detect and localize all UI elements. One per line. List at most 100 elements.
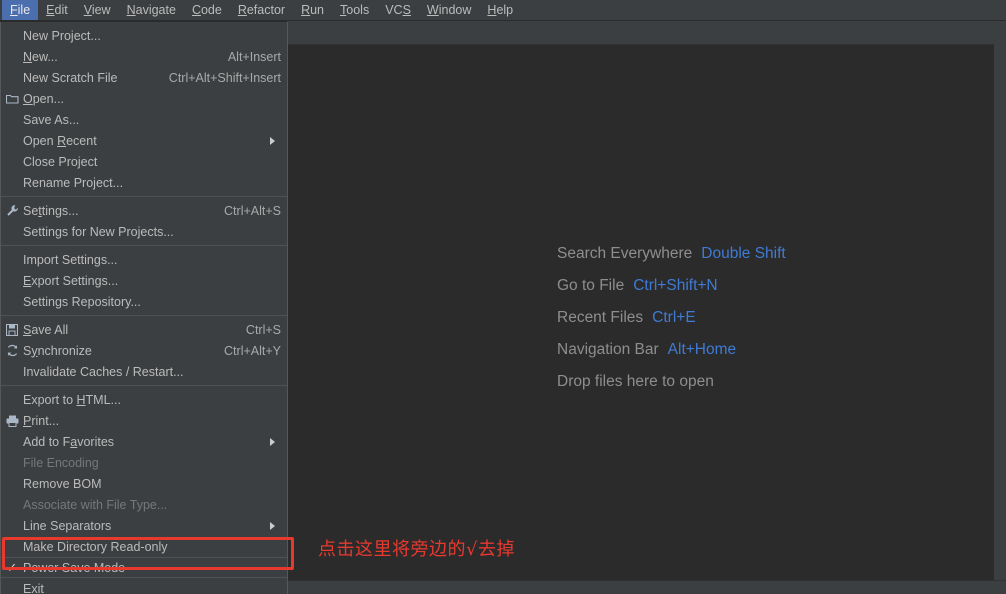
menu-item-label: Close Project	[23, 154, 98, 169]
menubar-item-label: VCS	[385, 2, 411, 17]
menu-item-export-settings[interactable]: Export Settings...	[1, 270, 287, 291]
menu-separator	[1, 385, 287, 386]
menubar-item-refactor[interactable]: Refactor	[230, 0, 293, 20]
menu-item-shortcut: Ctrl+Alt+Shift+Insert	[168, 70, 281, 85]
menu-item-print[interactable]: Print...	[1, 410, 287, 431]
menu-item-invalidate-caches-restart[interactable]: Invalidate Caches / Restart...	[1, 361, 287, 382]
menu-item-save-all[interactable]: Save All Ctrl+S	[1, 319, 287, 340]
wrench-icon	[1, 204, 23, 217]
menu-item-close-project[interactable]: Close Project	[1, 151, 287, 172]
menu-item-label: Open Recent	[23, 133, 97, 148]
menu-item-synchronize[interactable]: Synchronize Ctrl+Alt+Y	[1, 340, 287, 361]
menubar-item-window[interactable]: Window	[419, 0, 479, 20]
menu-separator	[1, 196, 287, 197]
menu-item-settings-repository[interactable]: Settings Repository...	[1, 291, 287, 312]
ide-window: File Edit View Navigate Code Refactor Run Tools…	[0, 0, 1006, 594]
menu-item-label: Settings for New Projects...	[23, 224, 174, 239]
menu-item-new-project[interactable]: New Project...	[1, 25, 287, 46]
print-icon	[1, 415, 23, 427]
menu-item-remove-bom[interactable]: Remove BOM	[1, 473, 287, 494]
menu-item-label: Line Separators	[23, 518, 112, 533]
shortcut-hint-label: Recent Files	[557, 309, 644, 326]
chevron-right-icon	[270, 521, 275, 530]
menubar-item-file[interactable]: File	[2, 0, 39, 20]
shortcut-hint-row: Go to File Ctrl+Shift+N	[557, 277, 786, 295]
menu-item-label: New Project...	[23, 28, 101, 43]
shortcut-hint-row: Recent Files Ctrl+E	[557, 309, 786, 327]
menu-item-rename-project[interactable]: Rename Project...	[1, 172, 287, 193]
menu-item-label: Power Save Mode	[23, 560, 126, 575]
menubar-item-view[interactable]: View	[76, 0, 119, 20]
menu-item-label: New Scratch File	[23, 70, 118, 85]
menu-separator	[1, 245, 287, 246]
annotation-text: 点击这里将旁边的√去掉	[318, 539, 515, 560]
menu-item-label: Make Directory Read-only	[23, 539, 168, 554]
menu-item-new-scratch-file[interactable]: New Scratch File Ctrl+Alt+Shift+Insert	[1, 67, 287, 88]
menubar-item-navigate[interactable]: Navigate	[119, 0, 184, 20]
shortcut-hint-row: Drop files here to open	[557, 373, 786, 391]
sync-icon	[1, 344, 23, 357]
menubar-item-label: Code	[191, 2, 222, 17]
menubar-item-label: File	[10, 2, 31, 17]
menubar-item-edit[interactable]: Edit	[38, 0, 76, 20]
menubar-item-label: Refactor	[237, 2, 286, 17]
chevron-right-icon	[270, 437, 275, 446]
menubar-item-help[interactable]: Help	[479, 0, 521, 20]
menu-item-label: Rename Project...	[23, 175, 124, 190]
menu-item-associate-with-file-type: Associate with File Type...	[1, 494, 287, 515]
menu-item-power-save-mode[interactable]: ✓ Power Save Mode	[1, 557, 287, 578]
menu-item-new[interactable]: New... Alt+Insert	[1, 46, 287, 67]
shortcut-hint-row: Navigation Bar Alt+Home	[557, 341, 786, 359]
menu-item-label: Invalidate Caches / Restart...	[23, 364, 184, 379]
menu-separator	[1, 315, 287, 316]
menu-item-add-to-favorites[interactable]: Add to Favorites	[1, 431, 287, 452]
menu-item-label: Associate with File Type...	[23, 497, 168, 512]
menubar-item-label: View	[83, 2, 111, 17]
menu-item-label: Exit	[23, 581, 44, 594]
menu-item-label: Save All	[23, 322, 69, 337]
welcome-shortcut-hints: Search Everywhere Double Shift Go to File C…	[557, 245, 786, 391]
menubar-item-code[interactable]: Code	[184, 0, 230, 20]
menubar-item-vcs[interactable]: VCS	[377, 0, 419, 20]
file-menu-popup[interactable]: New Project... New... Alt+Insert New Scratc…	[0, 22, 288, 594]
menu-item-exit[interactable]: Exit	[1, 578, 287, 594]
menu-item-label: Import Settings...	[23, 252, 118, 267]
menubar-item-run[interactable]: Run	[293, 0, 332, 20]
menu-item-settings-for-new-projects[interactable]: Settings for New Projects...	[1, 221, 287, 242]
shortcut-hint-label: Search Everywhere	[557, 245, 693, 262]
menu-item-label: Synchronize	[23, 343, 92, 358]
shortcut-hint-key: Double Shift	[701, 245, 786, 262]
menu-item-label: Save As...	[23, 112, 80, 127]
menubar-item-label: Window	[426, 2, 472, 17]
menu-item-label: File Encoding	[23, 455, 99, 470]
menu-item-label: Add to Favorites	[23, 434, 115, 449]
save-icon	[1, 323, 23, 336]
shortcut-hint-label: Go to File	[557, 277, 625, 294]
menu-item-label: Settings...	[23, 203, 79, 218]
folder-icon	[1, 93, 23, 104]
menubar-item-label: Edit	[46, 2, 68, 17]
menubar-item-tools[interactable]: Tools	[332, 0, 377, 20]
menubar-item-label: Navigate	[126, 2, 176, 17]
menu-item-open-recent[interactable]: Open Recent	[1, 130, 287, 151]
menu-item-save-as[interactable]: Save As...	[1, 109, 287, 130]
menu-item-import-settings[interactable]: Import Settings...	[1, 249, 287, 270]
menu-item-shortcut: Ctrl+S	[245, 322, 281, 337]
menu-bar: File Edit View Navigate Code Refactor Run Tools…	[0, 0, 1006, 21]
menubar-item-label: Run	[301, 2, 325, 17]
menu-item-open[interactable]: Open...	[1, 88, 287, 109]
shortcut-hint-key: Alt+Home	[667, 341, 737, 358]
menubar-item-label: Help	[487, 2, 514, 17]
menu-item-file-encoding: File Encoding	[1, 452, 287, 473]
menu-item-export-to-html[interactable]: Export to HTML...	[1, 389, 287, 410]
menu-item-label: Export to HTML...	[23, 392, 121, 407]
shortcut-hint-key: Ctrl+E	[652, 309, 696, 326]
menu-item-label: Export Settings...	[23, 273, 119, 288]
shortcut-hint-row: Search Everywhere Double Shift	[557, 245, 786, 263]
menu-item-line-separators[interactable]: Line Separators	[1, 515, 287, 536]
shortcut-hint-label: Navigation Bar	[557, 341, 659, 358]
check-icon: ✓	[6, 560, 18, 575]
menu-item-make-directory-read-only[interactable]: Make Directory Read-only	[1, 536, 287, 557]
menu-item-settings[interactable]: Settings... Ctrl+Alt+S	[1, 200, 287, 221]
menu-item-label: Remove BOM	[23, 476, 102, 491]
